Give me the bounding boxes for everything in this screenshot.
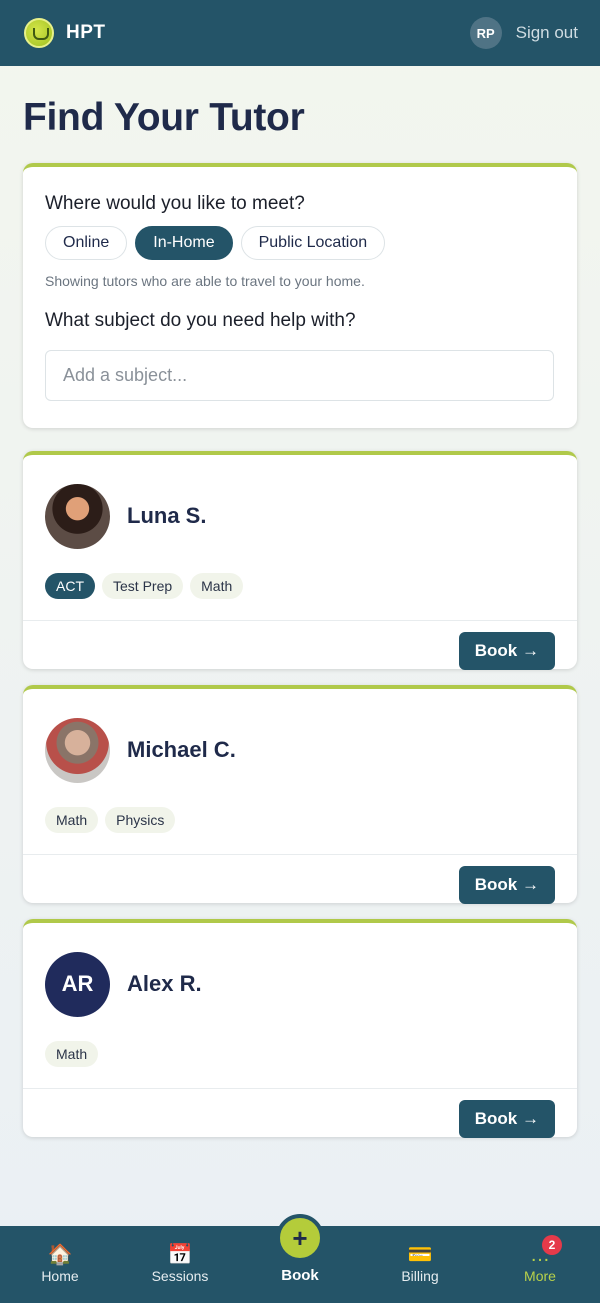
tutor-name[interactable]: Alex R. [127,971,202,997]
tag: Physics [105,807,176,833]
tutor-name[interactable]: Luna S. [127,503,206,529]
app-header: HPT RP Sign out [0,0,600,66]
nav-label: Billing [401,1268,439,1284]
search-card: Where would you like to meet? Online In-… [23,163,577,428]
tag: Test Prep [102,573,184,599]
nav-label: Sessions [151,1268,209,1284]
meet-option-in-home[interactable]: In-Home [135,226,233,260]
nav-label: Book [281,1267,319,1284]
calendar-icon: 📅 [167,1244,193,1266]
tutor-tags: Math Physics [23,789,577,854]
logo-icon [24,18,54,48]
page-title: Find Your Tutor [23,96,305,139]
tag: ACT [45,573,95,599]
tutor-header: AR Alex R. [23,923,577,1023]
tutor-card-alex: AR Alex R. Math Book → [23,919,577,1138]
tutor-header: Luna S. [23,455,577,555]
nav-label: More [524,1268,556,1284]
tutor-card-footer: Book → [23,620,577,681]
tutor-card-luna: Luna S. ACT Test Prep Math Book → [23,451,577,670]
house-icon: 🏠 [47,1244,73,1266]
tutor-tags: Math [23,1023,577,1088]
user-avatar[interactable]: RP [469,17,502,49]
tutor-card-michael: Michael C. Math Physics Book → [23,685,577,904]
book-button[interactable]: Book → [458,632,555,670]
tag: Math [45,1041,99,1067]
meet-options: Online In-Home Public Location [45,226,555,260]
subject-question: What subject do you need help with? [45,310,356,331]
nav-label: Home [41,1268,79,1284]
book-button[interactable]: Book → [458,1100,555,1138]
plus-icon[interactable]: + [276,1214,324,1262]
tutor-card-footer: Book → [23,1088,577,1149]
brand-name: HPT [66,22,106,43]
nav-sessions[interactable]: 📅 Sessions [120,1226,240,1303]
header-actions: RP Sign out [469,17,578,49]
sign-out-link[interactable]: Sign out [516,23,578,43]
meet-option-online[interactable]: Online [45,226,128,260]
book-button[interactable]: Book → [458,866,555,904]
tutor-initials-avatar: AR [45,951,110,1017]
nav-home[interactable]: 🏠 Home [0,1226,120,1303]
meet-question: Where would you like to meet? [45,193,305,214]
tutor-photo [45,483,110,549]
tutor-card-footer: Book → [23,854,577,915]
tutor-tags: ACT Test Prep Math [23,555,577,620]
nav-billing[interactable]: 💳 Billing [360,1226,480,1303]
brand[interactable]: HPT [24,18,106,48]
notification-badge: 2 [542,1235,562,1255]
credit-card-icon: 💳 [407,1244,433,1266]
subject-input[interactable] [45,350,554,401]
tag: Math [190,573,244,599]
nav-book[interactable]: + Book [240,1214,360,1303]
meet-option-public-location[interactable]: Public Location [240,226,386,260]
nav-more[interactable]: … More 2 [480,1226,600,1303]
meet-hint: Showing tutors who are able to travel to… [45,273,365,289]
tutor-name[interactable]: Michael C. [127,737,236,763]
tutor-header: Michael C. [23,689,577,789]
tutor-photo [45,717,110,783]
tag: Math [45,807,99,833]
bottom-nav: 🏠 Home 📅 Sessions + Book 💳 Billing … Mor… [0,1214,600,1303]
